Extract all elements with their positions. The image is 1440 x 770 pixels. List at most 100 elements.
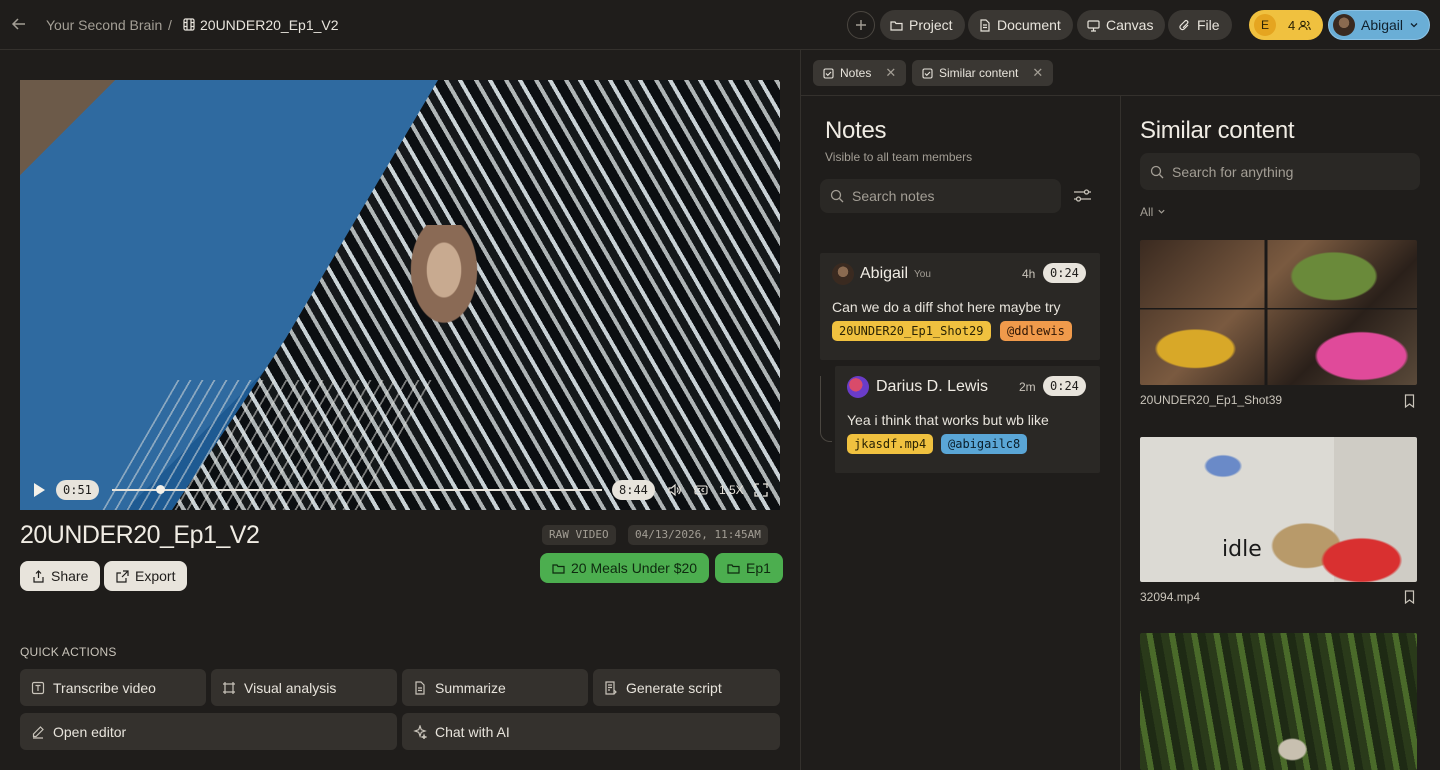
scrubber-track[interactable] [112,489,602,491]
scrubber-handle[interactable] [155,485,165,494]
user-name: Abigail [1361,17,1404,33]
chevron-down-icon [1158,209,1165,214]
new-canvas-button[interactable]: Canvas [1077,10,1166,40]
folder-icon [890,20,903,31]
quick-actions-heading: QUICK ACTIONS [20,645,117,659]
note-mention-tag[interactable]: @abigailc8 [941,434,1028,454]
close-icon[interactable]: ✕ [885,65,896,81]
note-file-tag[interactable]: 20UNDER20_Ep1_Shot29 [832,321,991,341]
export-button[interactable]: Export [104,561,188,591]
canvas-icon [1087,19,1100,32]
chat-with-ai-button[interactable]: Chat with AI [402,713,780,750]
similar-search-placeholder: Search for anything [1172,163,1294,180]
folder-tag-project[interactable]: 20 Meals Under $20 [540,553,710,583]
tab-notes-label: Notes [840,66,872,80]
checkbox-icon [823,67,834,79]
play-icon[interactable] [34,483,45,497]
share-label: Share [51,568,89,584]
fullscreen-icon[interactable] [754,483,768,497]
add-button[interactable] [847,11,875,39]
filter-settings-icon[interactable] [1073,187,1092,204]
video-title: 20UNDER20_Ep1_V2 [20,521,260,549]
breadcrumb-root[interactable]: Your Second Brain [46,17,162,33]
tab-similar-content[interactable]: Similar content ✕ [912,60,1054,86]
open-editor-button[interactable]: Open editor [20,713,397,750]
similar-item-name[interactable]: 20UNDER20_Ep1_Shot39 [1140,393,1282,407]
similar-thumbnail[interactable] [1140,240,1417,385]
date-badge: 04/13/2026, 11:45AM [628,525,768,545]
export-label: Export [135,568,176,584]
panel-tab-bar: Notes ✕ Similar content ✕ [801,50,1440,96]
note-text: Can we do a diff shot here maybe try [832,299,1061,315]
note-mention-tag[interactable]: @ddlewis [1000,321,1072,341]
notes-divider [1120,96,1121,770]
bookmark-icon[interactable] [1404,590,1415,604]
volume-icon[interactable] [667,483,681,497]
similar-search-input[interactable]: Search for anything [1140,153,1420,190]
new-file-button[interactable]: File [1168,10,1232,40]
content-filter-value: All [1140,205,1154,219]
similar-thumbnail[interactable] [1140,633,1417,770]
new-project-label: Project [909,17,953,33]
note-card[interactable]: Abigail You 4h 0:24 Can we do a diff sho… [820,253,1100,360]
summarize-button[interactable]: Summarize [402,669,588,706]
similar-thumbnail[interactable]: idle [1140,437,1417,582]
note-text: Yea i think that works but wb like [847,412,1049,428]
back-arrow-icon[interactable] [10,15,28,33]
chevron-down-icon [1410,23,1418,28]
share-button[interactable]: Share [20,561,101,591]
video-frame-person [400,225,510,375]
tab-notes[interactable]: Notes ✕ [813,60,907,86]
content-filter-dropdown[interactable]: All [1140,205,1166,219]
avatar [832,263,854,285]
close-icon[interactable]: ✕ [1032,65,1043,81]
captions-icon[interactable] [694,483,708,497]
search-icon [1150,165,1164,178]
new-document-button[interactable]: Document [968,10,1073,40]
visual-analysis-label: Visual analysis [244,679,337,696]
notes-search-input[interactable]: Search notes [820,179,1061,213]
generate-script-label: Generate script [626,679,722,696]
notes-search-placeholder: Search notes [852,188,935,204]
video-player[interactable] [20,80,780,510]
note-author: Darius D. Lewis [876,378,989,395]
type-badge: RAW VIDEO [542,525,616,545]
generate-script-button[interactable]: Generate script [593,669,780,706]
panel-divider [800,50,801,770]
users-icon [1298,20,1311,30]
pencil-icon [32,725,44,739]
player-controls: 0:51 8:44 1.5X [20,476,780,504]
folder-tag-project-label: 20 Meals Under $20 [571,560,698,576]
note-age: 2m [1019,380,1036,394]
playback-speed[interactable]: 1.5X [719,483,744,497]
duration: 8:44 [612,480,655,500]
similar-content-title: Similar content [1140,117,1295,144]
share-icon [33,569,44,583]
chat-with-ai-label: Chat with AI [435,723,510,740]
transcribe-video-label: Transcribe video [53,679,156,696]
transcribe-icon [31,681,45,694]
visual-analysis-button[interactable]: Visual analysis [211,669,397,706]
new-canvas-label: Canvas [1106,17,1154,33]
new-project-button[interactable]: Project [880,10,965,40]
note-file-tag[interactable]: jkasdf.mp4 [847,434,934,454]
notes-subtitle: Visible to all team members [825,150,973,164]
user-menu-button[interactable]: Abigail [1328,10,1430,40]
note-reply-card[interactable]: Darius D. Lewis 2m 0:24 Yea i think that… [835,366,1100,473]
transcribe-video-button[interactable]: Transcribe video [20,669,206,706]
folder-tag-episode-label: Ep1 [746,560,771,576]
breadcrumb-current: 20UNDER20_Ep1_V2 [200,17,339,33]
bookmark-icon[interactable] [1404,394,1415,408]
plus-icon [856,20,866,30]
note-age: 4h [1022,267,1036,281]
similar-item-name[interactable]: 32094.mp4 [1140,590,1200,604]
team-members-button[interactable]: E 4 [1249,10,1323,40]
current-time: 0:51 [56,480,99,500]
folder-icon [552,563,565,574]
folder-tag-episode[interactable]: Ep1 [715,553,783,583]
note-timestamp[interactable]: 0:24 [1043,263,1086,283]
note-author: Abigail [860,265,909,282]
summarize-icon [415,680,425,695]
note-timestamp[interactable]: 0:24 [1043,376,1086,396]
top-bar: Your Second Brain / 20UNDER20_Ep1_V2 Pro… [0,0,1440,50]
